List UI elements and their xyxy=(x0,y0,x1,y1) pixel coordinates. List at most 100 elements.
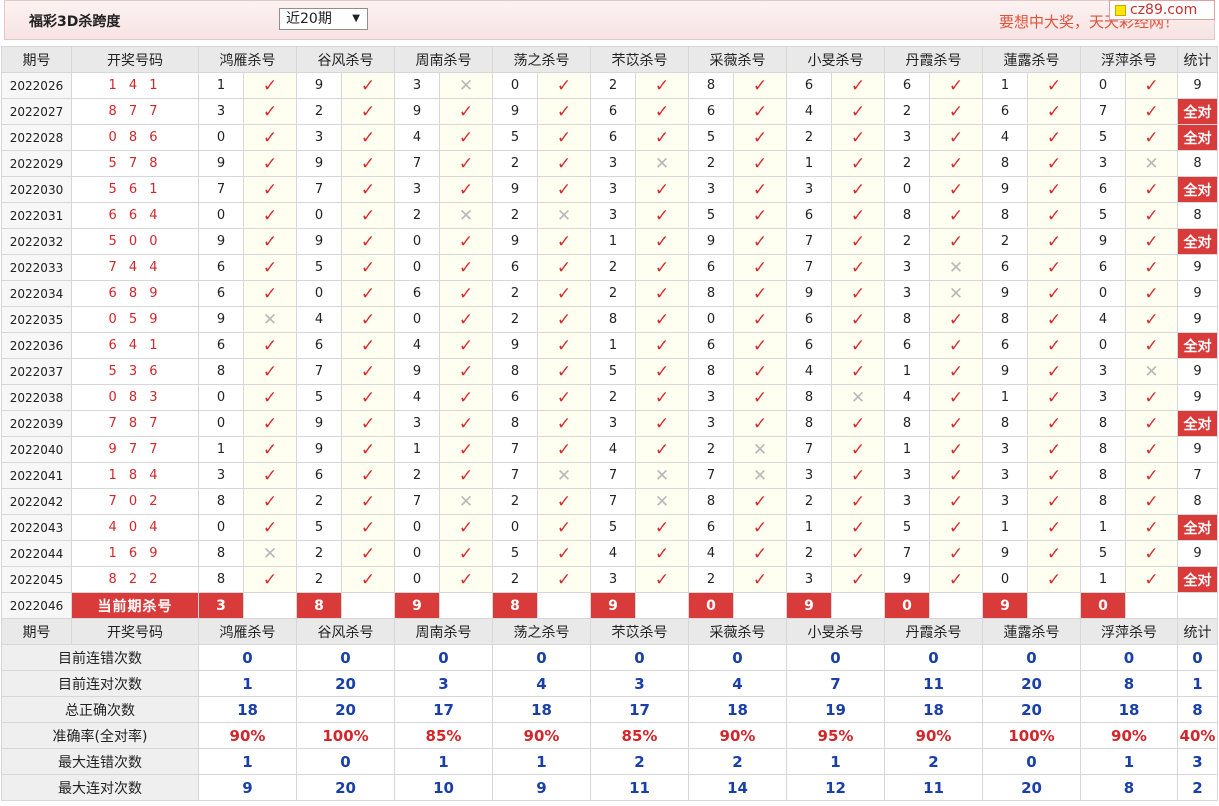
stat-all-correct-badge: 全对 xyxy=(1177,566,1218,593)
kill-number-cell: 9 xyxy=(982,280,1028,307)
kill-number-cell: 0 xyxy=(982,566,1028,593)
kill-number-cell: 1 xyxy=(982,384,1028,411)
cross-icon: ✕ xyxy=(654,153,670,174)
check-icon: ✓ xyxy=(654,205,670,226)
kill-number-cell: 6 xyxy=(296,332,342,359)
check-icon: ✓ xyxy=(360,101,376,122)
stat-cell: 9 xyxy=(1177,436,1218,463)
kill-number-cell: 2 xyxy=(492,306,538,333)
check-icon: ✓ xyxy=(850,569,866,590)
result-mark-cell: ✓ xyxy=(929,358,983,385)
result-mark-cell: ✓ xyxy=(929,410,983,437)
table-row: 2022029 5 7 8 9 ✓ 9 ✓ 7 ✓ 2 ✓ 3 ✕ 2 ✓ 1 ✓ 2 ✓ 8 ✓ 3 ✕ 8 xyxy=(1,150,1218,177)
result-mark-cell: ✓ xyxy=(1125,540,1178,567)
draw-number-cell: 6 6 4 xyxy=(71,202,199,229)
result-mark-cell: ✓ xyxy=(439,358,493,385)
current-kill-number: 9 xyxy=(394,592,440,619)
kill-number-cell: 1 xyxy=(1080,514,1126,541)
check-icon: ✓ xyxy=(262,179,278,200)
header-expert: 周南杀号 xyxy=(394,618,493,645)
result-mark-cell: ✓ xyxy=(243,410,297,437)
result-mark-cell: ✓ xyxy=(537,410,591,437)
stat-cell: 9 xyxy=(1177,280,1218,307)
result-mark-cell: ✓ xyxy=(439,332,493,359)
table-row: 2022042 7 0 2 8 ✓ 2 ✓ 7 ✕ 2 ✓ 7 ✕ 8 ✓ 2 ✓ 3 ✓ 3 ✓ 8 ✓ 8 xyxy=(1,488,1218,515)
summary-value: 0 xyxy=(884,644,983,671)
result-mark-cell: ✓ xyxy=(243,72,297,99)
result-mark-cell: ✓ xyxy=(439,254,493,281)
empty-cell xyxy=(243,592,297,619)
summary-value: 11 xyxy=(884,774,983,801)
kill-number-cell: 1 xyxy=(786,514,832,541)
site-logo[interactable]: cz89.com xyxy=(1109,0,1215,20)
check-icon: ✓ xyxy=(360,465,376,486)
kill-number-cell: 5 xyxy=(296,514,342,541)
kill-number-cell: 0 xyxy=(394,254,440,281)
issue-cell: 2022033 xyxy=(1,254,72,281)
kill-number-cell: 8 xyxy=(982,410,1028,437)
issue-cell: 2022036 xyxy=(1,332,72,359)
result-mark-cell: ✓ xyxy=(439,514,493,541)
draw-number-cell: 6 8 9 xyxy=(71,280,199,307)
logo-text: cz89.com xyxy=(1130,2,1198,18)
result-mark-cell: ✓ xyxy=(733,228,787,255)
result-mark-cell: ✓ xyxy=(439,228,493,255)
kill-number-cell: 3 xyxy=(590,566,636,593)
result-mark-cell: ✓ xyxy=(635,124,689,151)
check-icon: ✓ xyxy=(458,439,474,460)
cross-icon: ✕ xyxy=(654,491,670,512)
table-row: 2022045 8 2 2 8 ✓ 2 ✓ 0 ✓ 2 ✓ 3 ✓ 2 ✓ 3 ✓ 9 ✓ 0 ✓ 1 ✓ 全对 xyxy=(1,566,1218,593)
check-icon: ✓ xyxy=(458,361,474,382)
period-select[interactable]: 近20期 ▼ xyxy=(279,8,368,30)
check-icon: ✓ xyxy=(1144,543,1159,564)
result-mark-cell: ✓ xyxy=(439,436,493,463)
result-mark-cell: ✓ xyxy=(635,202,689,229)
empty-cell xyxy=(1027,592,1081,619)
result-mark-cell: ✕ xyxy=(439,488,493,515)
summary-value: 0 xyxy=(296,644,395,671)
result-mark-cell: ✓ xyxy=(929,514,983,541)
summary-value: 20 xyxy=(296,774,395,801)
check-icon: ✓ xyxy=(556,361,572,382)
stat-cell: 9 xyxy=(1177,384,1218,411)
kill-number-cell: 0 xyxy=(394,566,440,593)
result-mark-cell: ✓ xyxy=(439,306,493,333)
kill-number-cell: 6 xyxy=(492,254,538,281)
summary-value: 0 xyxy=(590,644,689,671)
check-icon: ✓ xyxy=(654,517,670,538)
summary-value: 4 xyxy=(492,670,591,697)
check-icon: ✓ xyxy=(262,101,278,122)
kill-number-cell: 5 xyxy=(492,124,538,151)
result-mark-cell: ✓ xyxy=(439,124,493,151)
check-icon: ✓ xyxy=(458,231,474,252)
summary-value: 0 xyxy=(688,644,787,671)
result-mark-cell: ✓ xyxy=(243,202,297,229)
kill-number-cell: 2 xyxy=(492,488,538,515)
result-mark-cell: ✓ xyxy=(733,202,787,229)
table-row: 2022031 6 6 4 0 ✓ 0 ✓ 2 ✕ 2 ✕ 3 ✓ 5 ✓ 6 ✓ 8 ✓ 8 ✓ 5 ✓ 8 xyxy=(1,202,1218,229)
check-icon: ✓ xyxy=(948,309,964,330)
kill-number-cell: 3 xyxy=(688,384,734,411)
kill-number-cell: 9 xyxy=(492,176,538,203)
current-issue-row: 2022046 当前期杀号 3 8 9 8 9 0 9 0 9 0 xyxy=(1,592,1218,619)
result-mark-cell: ✕ xyxy=(537,462,591,489)
cross-icon: ✕ xyxy=(752,465,768,486)
result-mark-cell: ✓ xyxy=(831,514,885,541)
result-mark-cell: ✓ xyxy=(831,566,885,593)
kill-number-cell: 8 xyxy=(688,72,734,99)
header-issue: 期号 xyxy=(1,618,72,645)
check-icon: ✓ xyxy=(262,153,278,174)
kill-number-cell: 7 xyxy=(492,462,538,489)
result-mark-cell: ✓ xyxy=(831,540,885,567)
result-mark-cell: ✓ xyxy=(929,124,983,151)
header-expert: 丹霞杀号 xyxy=(884,618,983,645)
check-icon: ✓ xyxy=(948,387,964,408)
table-row: 2022039 7 8 7 0 ✓ 9 ✓ 3 ✓ 8 ✓ 3 ✓ 3 ✓ 8 ✓ 8 ✓ 8 ✓ 8 ✓ 全对 xyxy=(1,410,1218,437)
result-mark-cell: ✓ xyxy=(635,228,689,255)
check-icon: ✓ xyxy=(1046,543,1062,564)
table-row: 2022032 5 0 0 9 ✓ 9 ✓ 0 ✓ 9 ✓ 1 ✓ 9 ✓ 7 ✓ 2 ✓ 2 ✓ 9 ✓ 全对 xyxy=(1,228,1218,255)
check-icon: ✓ xyxy=(556,231,572,252)
result-mark-cell: ✓ xyxy=(635,306,689,333)
result-mark-cell: ✓ xyxy=(1027,410,1081,437)
result-mark-cell: ✓ xyxy=(635,514,689,541)
